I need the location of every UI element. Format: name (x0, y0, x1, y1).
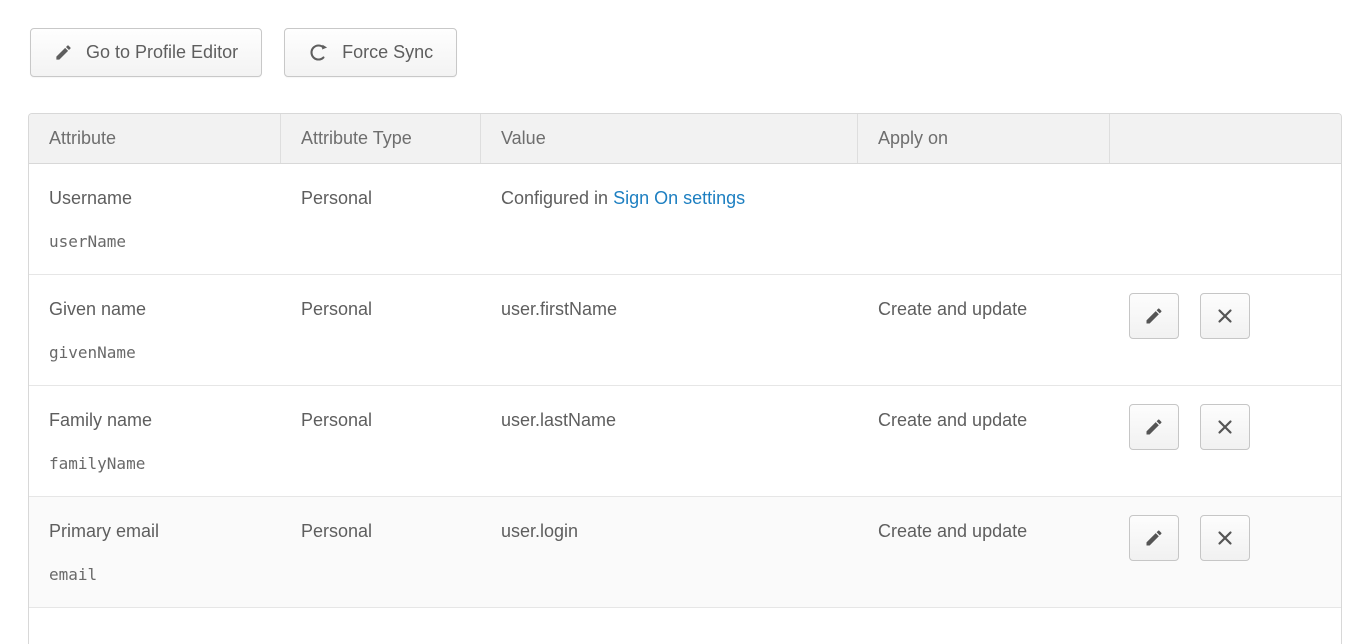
delete-attribute-button[interactable] (1200, 404, 1250, 450)
attribute-type-value: Personal (301, 299, 372, 319)
close-icon (1215, 417, 1235, 437)
value-cell: user.firstName (481, 275, 858, 385)
actions-cell (1110, 386, 1341, 496)
attribute-variable-name: email (49, 565, 271, 584)
attribute-type-cell: Personal (281, 275, 481, 385)
attribute-cell: Primary email email (29, 497, 281, 607)
attribute-label: Family name (49, 410, 271, 430)
pencil-icon (1144, 528, 1164, 548)
header-attribute: Attribute (29, 114, 281, 163)
header-actions (1110, 114, 1341, 163)
close-icon (1215, 306, 1235, 326)
attribute-type-cell: Personal (281, 164, 481, 274)
attribute-type-cell: Personal (281, 386, 481, 496)
attribute-mapping-table: Attribute Attribute Type Value Apply on … (28, 113, 1342, 644)
attribute-label: Username (49, 188, 271, 208)
attribute-cell: Family name familyName (29, 386, 281, 496)
apply-on-cell: Create and update (858, 386, 1110, 496)
edit-attribute-button[interactable] (1129, 404, 1179, 450)
table-row: Username userName Personal Configured in… (29, 164, 1341, 275)
value-cell: user.login (481, 497, 858, 607)
pencil-icon (1144, 417, 1164, 437)
apply-on-cell (858, 164, 1110, 274)
delete-attribute-button[interactable] (1200, 515, 1250, 561)
actions-cell (1110, 164, 1341, 274)
apply-on-cell: Create and update (858, 275, 1110, 385)
apply-on-cell: Create and update (858, 497, 1110, 607)
table-row: Given name givenName Personal user.first… (29, 275, 1341, 386)
value-prefix-text: Configured in (501, 188, 613, 208)
table-header-row: Attribute Attribute Type Value Apply on (29, 114, 1341, 164)
table-row: Family name familyName Personal user.las… (29, 386, 1341, 497)
header-attribute-type: Attribute Type (281, 114, 481, 163)
attribute-variable-name: userName (49, 232, 271, 251)
apply-on-value: Create and update (878, 410, 1027, 430)
attribute-cell: Username userName (29, 164, 281, 274)
value-expression: user.login (501, 521, 578, 541)
close-icon (1215, 528, 1235, 548)
value-expression: user.firstName (501, 299, 617, 319)
delete-attribute-button[interactable] (1200, 293, 1250, 339)
header-value: Value (481, 114, 858, 163)
table-body: Username userName Personal Configured in… (29, 164, 1341, 608)
attribute-type-value: Personal (301, 521, 372, 541)
attribute-cell: Given name givenName (29, 275, 281, 385)
edit-attribute-button[interactable] (1129, 515, 1179, 561)
pencil-icon (54, 43, 73, 62)
value-cell: user.lastName (481, 386, 858, 496)
value-expression: user.lastName (501, 410, 616, 430)
actions-cell (1110, 497, 1341, 607)
header-apply-on: Apply on (858, 114, 1110, 163)
attribute-variable-name: familyName (49, 454, 271, 473)
edit-attribute-button[interactable] (1129, 293, 1179, 339)
attribute-label: Primary email (49, 521, 271, 541)
apply-on-value: Create and update (878, 299, 1027, 319)
toolbar: Go to Profile Editor Force Sync (30, 28, 457, 77)
value-cell: Configured in Sign On settings (481, 164, 858, 274)
refresh-icon (308, 42, 329, 63)
attribute-variable-name: givenName (49, 343, 271, 362)
go-to-profile-editor-button[interactable]: Go to Profile Editor (30, 28, 262, 77)
attribute-type-value: Personal (301, 410, 372, 430)
force-sync-button[interactable]: Force Sync (284, 28, 457, 77)
go-to-profile-editor-label: Go to Profile Editor (86, 42, 238, 63)
pencil-icon (1144, 306, 1164, 326)
attribute-type-cell: Personal (281, 497, 481, 607)
sign-on-settings-link[interactable]: Sign On settings (613, 188, 745, 208)
table-row: Primary email email Personal user.login … (29, 497, 1341, 608)
force-sync-label: Force Sync (342, 42, 433, 63)
apply-on-value: Create and update (878, 521, 1027, 541)
attribute-type-value: Personal (301, 188, 372, 208)
actions-cell (1110, 275, 1341, 385)
attribute-label: Given name (49, 299, 271, 319)
